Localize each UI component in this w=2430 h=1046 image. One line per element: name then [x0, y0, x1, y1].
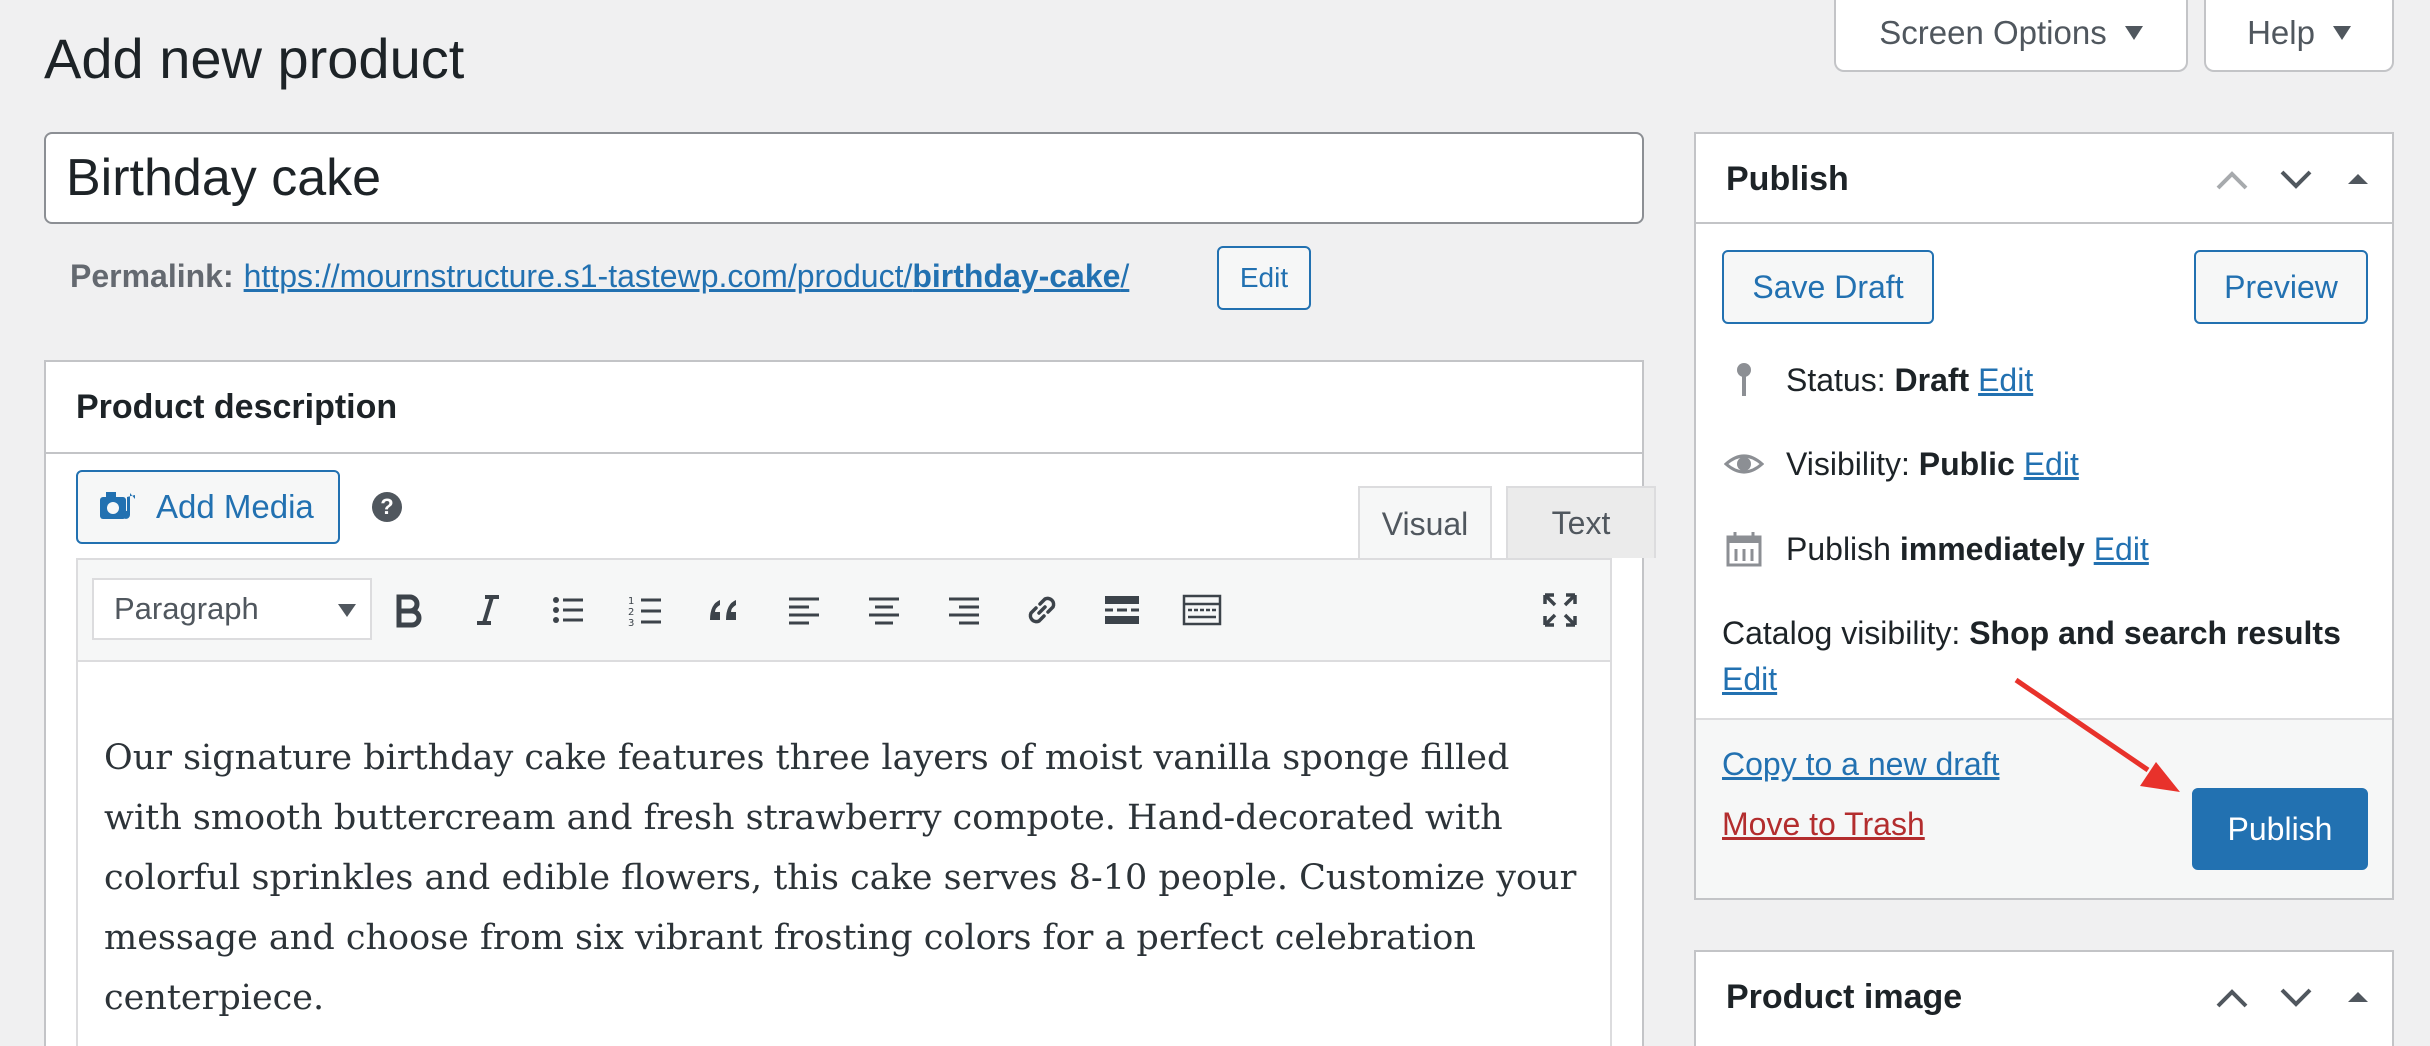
page-title: Add new product: [44, 27, 465, 90]
format-select-value: Paragraph: [114, 591, 259, 626]
editor-content[interactable]: Our signature birthday cake features thr…: [78, 662, 1610, 1028]
catalog-visibility-edit-link[interactable]: Edit: [1722, 661, 1777, 697]
blockquote-icon[interactable]: [696, 582, 752, 638]
status-row: Status: Draft Edit: [1722, 358, 2033, 402]
product-image-header: Product image: [1696, 952, 2392, 1042]
align-right-icon[interactable]: [936, 582, 992, 638]
numbered-list-icon[interactable]: 123: [618, 582, 674, 638]
product-description-box: Product description Add Media ? Visual T…: [44, 360, 1656, 1046]
permalink-edit-button[interactable]: Edit: [1217, 246, 1311, 310]
editor-toolbar: Paragraph 123: [78, 560, 1610, 662]
product-image-box: Product image: [1694, 950, 2394, 1046]
visibility-edit-link[interactable]: Edit: [2024, 446, 2079, 482]
collapse-toggle-icon[interactable]: [2338, 980, 2378, 1016]
visibility-value: Public: [1918, 445, 2015, 482]
publish-box-header: Publish: [1696, 134, 2392, 224]
move-down-icon[interactable]: [2276, 162, 2316, 198]
italic-icon[interactable]: [460, 582, 516, 638]
permalink: Permalink: https://mournstructure.s1-tas…: [70, 258, 1129, 295]
publish-box-title: Publish: [1726, 160, 1849, 198]
status-value: Draft: [1894, 361, 1970, 398]
move-to-trash-link[interactable]: Move to Trash: [1722, 806, 1925, 843]
permalink-url-trailing: /: [1120, 258, 1130, 294]
svg-text:1: 1: [628, 596, 634, 607]
help-label: Help: [2247, 14, 2315, 51]
screen-options-button[interactable]: Screen Options: [1834, 0, 2188, 72]
add-media-icon: [100, 492, 135, 519]
publish-date-text: Publish immediately Edit: [1786, 531, 2149, 568]
publish-date-value: immediately: [1899, 530, 2085, 567]
bold-icon[interactable]: [380, 582, 436, 638]
add-media-button[interactable]: Add Media: [76, 470, 340, 544]
collapse-toggle-icon[interactable]: [2338, 162, 2378, 198]
publish-date-label: Publish: [1786, 530, 1891, 567]
align-center-icon[interactable]: [856, 582, 912, 638]
publish-button[interactable]: Publish: [2192, 788, 2368, 870]
permalink-url-base: https://mournstructure.s1-tastewp.com/pr…: [243, 258, 913, 294]
save-draft-button[interactable]: Save Draft: [1722, 250, 1934, 324]
svg-text:2: 2: [628, 607, 634, 618]
calendar-icon: [1722, 527, 1766, 571]
permalink-url[interactable]: https://mournstructure.s1-tastewp.com/pr…: [244, 258, 1130, 295]
tab-visual[interactable]: Visual: [1358, 486, 1492, 560]
product-image-title: Product image: [1726, 978, 1963, 1016]
permalink-slug: birthday-cake: [912, 258, 1121, 294]
catalog-visibility-label: Catalog visibility:: [1722, 615, 1961, 651]
pin-icon: [1722, 358, 1766, 402]
catalog-visibility-value: Shop and search results: [1969, 615, 2341, 651]
add-media-label: Add Media: [156, 488, 314, 525]
chevron-down-icon: [338, 604, 356, 617]
product-description-header[interactable]: Product description: [46, 362, 1642, 454]
major-publishing-actions: Copy to a new draft Move to Trash Publis…: [1696, 718, 2392, 898]
caret-down-icon: [2124, 26, 2143, 40]
help-button[interactable]: Help: [2204, 0, 2394, 72]
move-up-icon[interactable]: [2212, 162, 2252, 198]
publish-date-edit-link[interactable]: Edit: [2094, 531, 2149, 567]
help-icon[interactable]: ?: [372, 492, 402, 522]
tab-text[interactable]: Text: [1506, 486, 1656, 558]
status-label: Status:: [1786, 361, 1886, 398]
caret-down-icon: [2332, 26, 2351, 40]
status-edit-link[interactable]: Edit: [1978, 362, 2033, 398]
svg-text:3: 3: [628, 618, 634, 629]
bullet-list-icon[interactable]: [540, 582, 596, 638]
visibility-row: Visibility: Public Edit: [1722, 442, 2079, 486]
status-text: Status: Draft Edit: [1786, 362, 2033, 399]
permalink-label: Permalink:: [70, 258, 234, 294]
catalog-visibility: Catalog visibility: Shop and search resu…: [1722, 610, 2362, 702]
visibility-text: Visibility: Public Edit: [1786, 446, 2079, 483]
align-left-icon[interactable]: [776, 582, 832, 638]
read-more-icon[interactable]: [1094, 582, 1150, 638]
move-down-icon[interactable]: [2276, 980, 2316, 1016]
eye-icon: [1722, 442, 1766, 486]
toolbar-toggle-icon[interactable]: [1174, 582, 1230, 638]
publish-date-row: Publish immediately Edit: [1722, 527, 2149, 571]
copy-to-new-draft-link[interactable]: Copy to a new draft: [1722, 746, 1999, 783]
move-up-icon[interactable]: [2212, 980, 2252, 1016]
link-icon[interactable]: [1014, 582, 1070, 638]
visibility-label: Visibility:: [1786, 445, 1910, 482]
format-select[interactable]: Paragraph: [92, 578, 372, 640]
publish-box: Publish Save Draft Preview Status: Draft…: [1694, 132, 2394, 900]
editor: Paragraph 123 Our signature birthday cak…: [76, 558, 1612, 1046]
screen-options-label: Screen Options: [1879, 14, 2107, 51]
fullscreen-icon[interactable]: [1532, 582, 1588, 638]
preview-button[interactable]: Preview: [2194, 250, 2368, 324]
product-title-input[interactable]: Birthday cake: [44, 132, 1644, 224]
